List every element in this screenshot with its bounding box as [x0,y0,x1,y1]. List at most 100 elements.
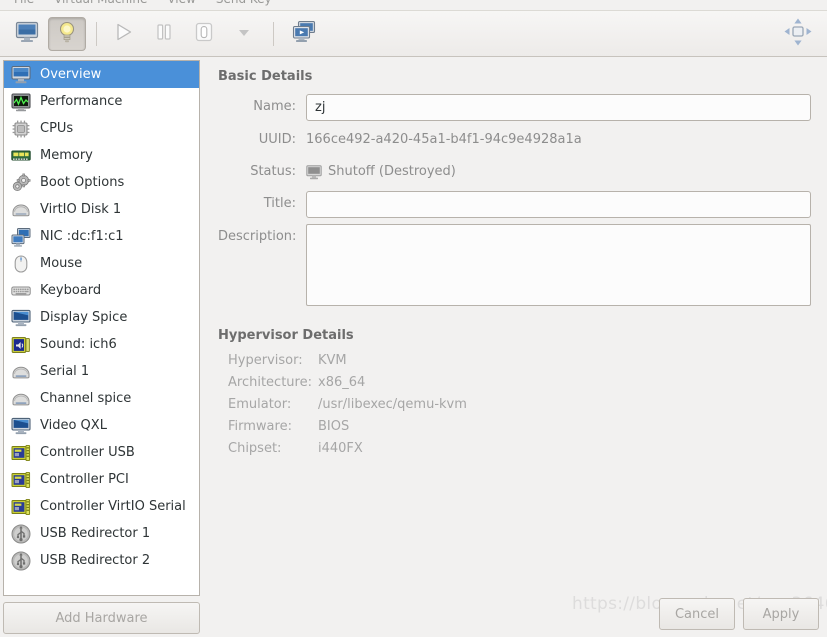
sidebar-item-mouse[interactable]: Mouse [4,250,199,277]
pause-icon [155,22,173,45]
hypervisor-row-value: i440FX [318,441,363,456]
sidebar-item-serial-1[interactable]: Serial 1 [4,358,199,385]
status-label: Status: [250,164,296,179]
menu-send-key[interactable]: Send Key [206,0,282,5]
uuid-value: 166ce492-a420-45a1-b4f1-94c9e4928a1a [306,132,582,147]
sidebar: Overview Performance CPUs Memory Boot Option… [0,57,202,637]
sidebar-item-usb-redirector-1[interactable]: USB Redirector 1 [4,520,199,547]
sidebar-item-label: USB Redirector 2 [40,553,151,568]
toolbar-separator-2 [273,21,274,46]
fullscreen-button[interactable] [779,17,817,51]
menu-view[interactable]: View [157,0,205,5]
chevron-down-icon [236,25,252,42]
snapshots-button[interactable] [282,17,326,51]
sidebar-item-sound-ich6[interactable]: Sound: ich6 [4,331,199,358]
name-input[interactable] [306,94,811,121]
keyboard-icon [10,280,32,302]
description-label: Description: [218,229,297,244]
sidebar-item-label: Controller VirtIO Serial [40,499,186,514]
show-details-button[interactable] [48,16,86,51]
display-icon [10,307,32,329]
sidebar-item-label: Channel spice [40,391,132,406]
sidebar-item-label: Overview [40,67,102,82]
sidebar-item-usb-redirector-2[interactable]: USB Redirector 2 [4,547,199,574]
sidebar-item-performance[interactable]: Performance [4,88,199,115]
sidebar-item-label: CPUs [40,121,74,136]
sidebar-item-label: NIC :dc:f1:c1 [40,229,124,244]
resize-arrows-icon [783,17,813,50]
hypervisor-row: Firmware: BIOS [218,419,819,434]
sidebar-item-label: Controller PCI [40,472,129,487]
sidebar-item-keyboard[interactable]: Keyboard [4,277,199,304]
sidebar-item-label: Display Spice [40,310,128,325]
serial-port-icon [10,388,32,410]
status-row: Status: Shutoff (Destroyed) [218,159,819,185]
monitor-icon [15,21,39,46]
title-input[interactable] [306,191,811,218]
shutdown-button[interactable] [185,17,223,51]
mouse-icon [10,253,32,275]
serial-port-icon [10,361,32,383]
sidebar-item-memory[interactable]: Memory [4,142,199,169]
controller-card-icon [10,442,32,464]
controller-card-icon [10,496,32,518]
uuid-row: UUID: 166ce492-a420-45a1-b4f1-94c9e4928a… [218,127,819,153]
description-row: Description: [218,224,819,306]
hypervisor-rows: Hypervisor: KVM Architecture: x86_64 Emulato… [218,353,819,456]
sidebar-item-label: Controller USB [40,445,135,460]
power-switch-icon [193,21,215,46]
name-label: Name: [253,99,296,114]
shutdown-menu-button[interactable] [225,17,263,51]
sidebar-item-controller-pci[interactable]: Controller PCI [4,466,199,493]
sidebar-item-boot-options[interactable]: Boot Options [4,169,199,196]
sidebar-item-display-spice[interactable]: Display Spice [4,304,199,331]
menu-virtual-machine[interactable]: Virtual Machine [44,0,157,5]
sidebar-item-label: Performance [40,94,123,109]
network-card-icon [10,226,32,248]
hypervisor-row-label: Chipset: [228,441,282,456]
details-panel: Basic Details Name: UUID: 166ce492-a420-… [202,57,827,637]
controller-card-icon [10,469,32,491]
menu-file[interactable]: File [4,0,44,5]
show-console-button[interactable] [8,17,46,51]
hypervisor-row-label: Firmware: [228,419,292,434]
cpu-chip-icon [10,118,32,140]
sidebar-item-label: USB Redirector 1 [40,526,151,541]
cancel-button[interactable]: Cancel [659,598,735,630]
menubar: File Virtual Machine View Send Key [0,0,827,11]
sidebar-item-channel-spice[interactable]: Channel spice [4,385,199,412]
sidebar-item-overview[interactable]: Overview [4,61,199,88]
sidebar-item-controller-usb[interactable]: Controller USB [4,439,199,466]
hypervisor-row-label: Emulator: [228,397,292,412]
sidebar-item-label: Memory [40,148,93,163]
sidebar-item-nic-dc-f1-c1[interactable]: NIC :dc:f1:c1 [4,223,199,250]
title-row: Title: [218,191,819,218]
description-textarea[interactable] [306,224,811,306]
sidebar-item-label: Mouse [40,256,83,271]
apply-button[interactable]: Apply [743,598,819,630]
pause-button[interactable] [145,17,183,51]
lightbulb-icon [56,20,78,47]
memory-stick-icon [10,145,32,167]
sidebar-item-video-qxl[interactable]: Video QXL [4,412,199,439]
sidebar-item-controller-virtio-serial[interactable]: Controller VirtIO Serial [4,493,199,520]
title-label: Title: [263,196,296,211]
usb-icon [10,550,32,572]
hypervisor-row: Hypervisor: KVM [218,353,819,368]
hypervisor-row-value: x86_64 [318,375,366,390]
display-icon [10,415,32,437]
sidebar-item-label: Video QXL [40,418,107,433]
sidebar-item-label: Keyboard [40,283,102,298]
sidebar-item-cpus[interactable]: CPUs [4,115,199,142]
dialog-buttons: Cancel Apply [659,598,819,630]
hypervisor-row: Emulator: /usr/libexec/qemu-kvm [218,397,819,412]
hardware-list[interactable]: Overview Performance CPUs Memory Boot Option… [3,60,200,596]
basic-details-heading: Basic Details [218,69,313,84]
hypervisor-row-label: Architecture: [228,375,312,390]
add-hardware-button[interactable]: Add Hardware [3,602,200,634]
sidebar-item-label: Sound: ich6 [40,337,117,352]
play-icon [114,22,134,45]
sidebar-item-virtio-disk-1[interactable]: VirtIO Disk 1 [4,196,199,223]
run-button[interactable] [105,17,143,51]
hypervisor-row-value: BIOS [318,419,350,434]
